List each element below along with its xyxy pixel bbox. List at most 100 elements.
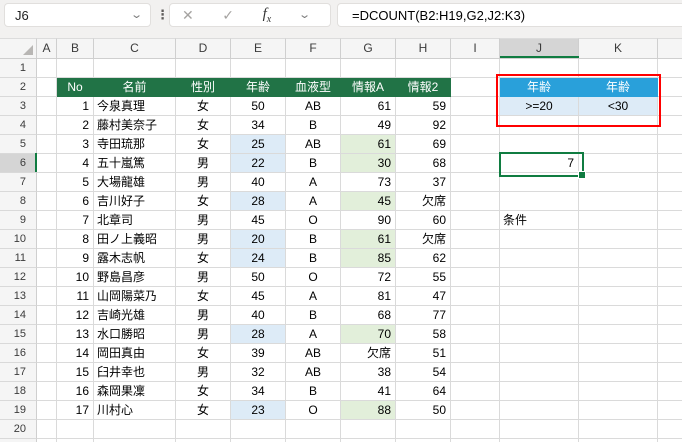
cell-E18[interactable]: 34 bbox=[231, 382, 286, 401]
cell-J11[interactable] bbox=[500, 249, 579, 268]
cell-J5[interactable] bbox=[500, 135, 579, 154]
cell-G14[interactable]: 68 bbox=[341, 306, 396, 325]
cell-I14[interactable] bbox=[451, 306, 500, 325]
row-header-1[interactable]: 1 bbox=[0, 59, 37, 78]
cell-E17[interactable]: 32 bbox=[231, 363, 286, 382]
cell-H17[interactable]: 54 bbox=[396, 363, 451, 382]
cell-D20[interactable] bbox=[176, 420, 231, 439]
name-box[interactable]: J6 ⌄ bbox=[4, 3, 151, 27]
cell-B2[interactable]: No bbox=[57, 78, 94, 97]
row-header-17[interactable]: 17 bbox=[0, 363, 37, 382]
cell-clipped-13[interactable] bbox=[658, 287, 682, 306]
column-header-H[interactable]: H bbox=[396, 38, 451, 59]
cell-C18[interactable]: 森岡果凜 bbox=[94, 382, 176, 401]
cell-B20[interactable] bbox=[57, 420, 94, 439]
cell-A8[interactable] bbox=[37, 192, 57, 211]
column-header-I[interactable]: I bbox=[451, 38, 500, 59]
cell-J13[interactable] bbox=[500, 287, 579, 306]
cell-I5[interactable] bbox=[451, 135, 500, 154]
column-header-E[interactable]: E bbox=[231, 38, 286, 59]
cell-D5[interactable]: 女 bbox=[176, 135, 231, 154]
cell-H11[interactable]: 62 bbox=[396, 249, 451, 268]
cell-clipped-2[interactable] bbox=[658, 78, 682, 97]
formula-input[interactable]: =DCOUNT(B2:H19,G2,J2:K3) bbox=[337, 3, 682, 27]
cell-A3[interactable] bbox=[37, 97, 57, 116]
column-header-F[interactable]: F bbox=[286, 38, 341, 59]
cell-H10[interactable]: 欠席 bbox=[396, 230, 451, 249]
cell-I18[interactable] bbox=[451, 382, 500, 401]
cell-clipped-14[interactable] bbox=[658, 306, 682, 325]
cell-G4[interactable]: 49 bbox=[341, 116, 396, 135]
cell-I1[interactable] bbox=[451, 59, 500, 78]
cell-I8[interactable] bbox=[451, 192, 500, 211]
cell-I9[interactable] bbox=[451, 211, 500, 230]
cell-F8[interactable]: A bbox=[286, 192, 341, 211]
cell-E20[interactable] bbox=[231, 420, 286, 439]
cell-I4[interactable] bbox=[451, 116, 500, 135]
cell-H12[interactable]: 55 bbox=[396, 268, 451, 287]
row-header-7[interactable]: 7 bbox=[0, 173, 37, 192]
cell-A13[interactable] bbox=[37, 287, 57, 306]
cell-E2[interactable]: 年齢 bbox=[231, 78, 286, 97]
cell-K4[interactable] bbox=[579, 116, 658, 135]
cell-C20[interactable] bbox=[94, 420, 176, 439]
column-header-B[interactable]: B bbox=[57, 38, 94, 59]
cell-B16[interactable]: 14 bbox=[57, 344, 94, 363]
cell-I3[interactable] bbox=[451, 97, 500, 116]
cell-G11[interactable]: 85 bbox=[341, 249, 396, 268]
row-header-2[interactable]: 2 bbox=[0, 78, 37, 97]
cell-F13[interactable]: A bbox=[286, 287, 341, 306]
column-header-D[interactable]: D bbox=[176, 38, 231, 59]
cell-E8[interactable]: 28 bbox=[231, 192, 286, 211]
cell-A19[interactable] bbox=[37, 401, 57, 420]
cell-I17[interactable] bbox=[451, 363, 500, 382]
cell-clipped-11[interactable] bbox=[658, 249, 682, 268]
cell-B4[interactable]: 2 bbox=[57, 116, 94, 135]
cell-G18[interactable]: 41 bbox=[341, 382, 396, 401]
column-header-C[interactable]: C bbox=[94, 38, 176, 59]
cell-D17[interactable]: 男 bbox=[176, 363, 231, 382]
cell-E13[interactable]: 45 bbox=[231, 287, 286, 306]
cell-I12[interactable] bbox=[451, 268, 500, 287]
cell-F1[interactable] bbox=[286, 59, 341, 78]
cell-C14[interactable]: 吉崎光雄 bbox=[94, 306, 176, 325]
cell-clipped-15[interactable] bbox=[658, 325, 682, 344]
fill-handle[interactable] bbox=[578, 171, 586, 179]
cell-C5[interactable]: 寺田琉那 bbox=[94, 135, 176, 154]
cell-F11[interactable]: B bbox=[286, 249, 341, 268]
cell-D10[interactable]: 男 bbox=[176, 230, 231, 249]
cell-clipped-3[interactable] bbox=[658, 97, 682, 116]
cell-F9[interactable]: O bbox=[286, 211, 341, 230]
cell-H19[interactable]: 50 bbox=[396, 401, 451, 420]
cell-D4[interactable]: 女 bbox=[176, 116, 231, 135]
cell-clipped-7[interactable] bbox=[658, 173, 682, 192]
column-header-J[interactable]: J bbox=[500, 38, 579, 59]
cell-C9[interactable]: 北章司 bbox=[94, 211, 176, 230]
cell-B3[interactable]: 1 bbox=[57, 97, 94, 116]
row-header-16[interactable]: 16 bbox=[0, 344, 37, 363]
cell-G6[interactable]: 30 bbox=[341, 154, 396, 173]
cell-C11[interactable]: 露木志帆 bbox=[94, 249, 176, 268]
cell-G13[interactable]: 81 bbox=[341, 287, 396, 306]
cell-J17[interactable] bbox=[500, 363, 579, 382]
cell-D15[interactable]: 男 bbox=[176, 325, 231, 344]
cell-H9[interactable]: 60 bbox=[396, 211, 451, 230]
column-header-clipped[interactable] bbox=[658, 38, 682, 59]
cell-I2[interactable] bbox=[451, 78, 500, 97]
cell-G3[interactable]: 61 bbox=[341, 97, 396, 116]
cell-K6[interactable] bbox=[579, 154, 658, 173]
row-header-8[interactable]: 8 bbox=[0, 192, 37, 211]
cell-D19[interactable]: 女 bbox=[176, 401, 231, 420]
row-header-13[interactable]: 13 bbox=[0, 287, 37, 306]
cell-B12[interactable]: 10 bbox=[57, 268, 94, 287]
cell-J15[interactable] bbox=[500, 325, 579, 344]
cell-I15[interactable] bbox=[451, 325, 500, 344]
cell-K9[interactable] bbox=[579, 211, 658, 230]
cell-K18[interactable] bbox=[579, 382, 658, 401]
cell-D13[interactable]: 女 bbox=[176, 287, 231, 306]
cell-B15[interactable]: 13 bbox=[57, 325, 94, 344]
cell-H2[interactable]: 情報2 bbox=[396, 78, 451, 97]
cell-G12[interactable]: 72 bbox=[341, 268, 396, 287]
cell-A15[interactable] bbox=[37, 325, 57, 344]
cell-D11[interactable]: 女 bbox=[176, 249, 231, 268]
